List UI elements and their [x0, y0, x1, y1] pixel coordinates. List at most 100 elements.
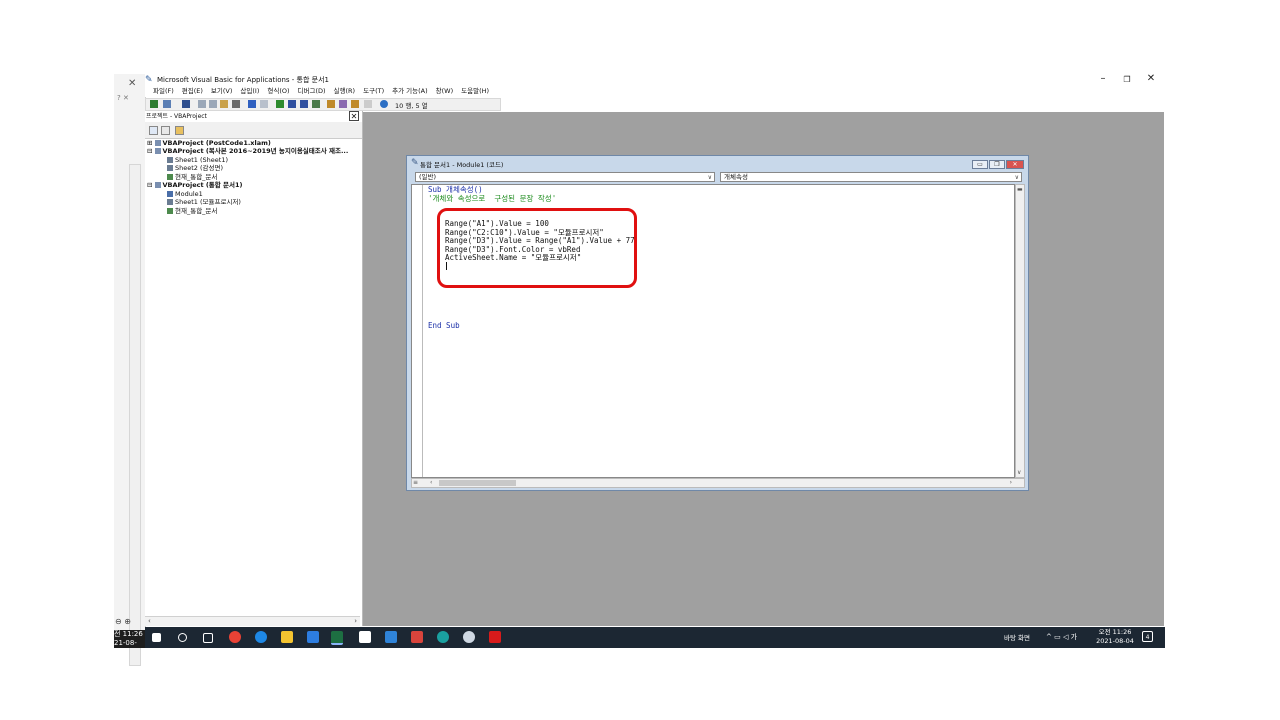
menu-window[interactable]: 창(W): [436, 86, 453, 97]
mail-icon[interactable]: [385, 631, 397, 643]
acrobat-icon[interactable]: [489, 631, 501, 643]
scroll-up-icon[interactable]: ▬: [1017, 186, 1023, 193]
help-icon[interactable]: [380, 100, 388, 108]
windows-start-icon[interactable]: [152, 633, 161, 642]
task-view-icon[interactable]: [203, 633, 213, 643]
background-time: 전 11:26: [114, 630, 143, 638]
tree-item-copy-project[interactable]: ⊟ VBAProject (복사본 2016~2019년 농지이용실태조사 재조…: [147, 147, 348, 155]
copy-icon[interactable]: [209, 100, 217, 108]
ie-icon[interactable]: [255, 631, 267, 643]
undo-icon[interactable]: [248, 100, 256, 108]
tree-item-postcode-project[interactable]: ⊞ VBAProject (PostCode1.xlam): [147, 139, 271, 147]
notification-center-icon[interactable]: 4: [1142, 631, 1153, 642]
chevron-up-icon[interactable]: ^: [1046, 633, 1052, 641]
app2-icon[interactable]: [463, 631, 475, 643]
reset-icon[interactable]: [300, 100, 308, 108]
ribbon-collapse-icon[interactable]: ? ✕: [117, 94, 129, 102]
project-explorer-close-button[interactable]: ✕: [349, 111, 359, 121]
toggle-folders-icon[interactable]: [175, 126, 184, 135]
view-code-icon[interactable]: [149, 126, 158, 135]
close-icon[interactable]: ✕: [128, 78, 136, 89]
scroll-thumb[interactable]: [439, 480, 516, 486]
restore-button[interactable]: ❐: [1120, 75, 1134, 84]
menu-debug[interactable]: 디버그(D): [298, 86, 326, 97]
properties-window-icon[interactable]: [339, 100, 347, 108]
cut-icon[interactable]: [198, 100, 206, 108]
redo-icon[interactable]: [260, 100, 268, 108]
code-margin[interactable]: [412, 185, 423, 477]
scroll-right-icon[interactable]: ›: [354, 617, 357, 625]
background-scrollbar[interactable]: [129, 164, 141, 666]
menu-format[interactable]: 형식(O): [267, 86, 289, 97]
tree-item-module1[interactable]: Module1: [167, 190, 203, 198]
paste-icon[interactable]: [220, 100, 228, 108]
expand-icon[interactable]: ⊞: [147, 139, 152, 147]
close-button[interactable]: ✕: [1144, 73, 1158, 84]
edge-icon[interactable]: [437, 631, 449, 643]
tree-item-label: VBAProject (통합 문서1): [162, 181, 243, 189]
chevron-down-icon[interactable]: ∨: [1015, 173, 1019, 182]
tree-item-book1-project[interactable]: ⊟ VBAProject (통합 문서1): [147, 181, 243, 189]
tree-item-sheet2[interactable]: Sheet2 (감성면): [167, 164, 223, 172]
break-icon[interactable]: [288, 100, 296, 108]
collapse-icon[interactable]: ⊟: [147, 147, 152, 155]
minimize-button[interactable]: –: [1096, 73, 1110, 84]
design-mode-icon[interactable]: [312, 100, 320, 108]
toolbox-icon[interactable]: [364, 100, 372, 108]
tree-item-book1-thisworkbook[interactable]: 현재_통합_문서: [167, 207, 217, 215]
run-icon[interactable]: [276, 100, 284, 108]
scroll-down-icon[interactable]: ∨: [1017, 469, 1021, 476]
view-toggle-icon[interactable]: ≡: [413, 479, 418, 487]
code-line-end-sub[interactable]: End Sub: [428, 321, 460, 330]
paint-icon[interactable]: [411, 631, 423, 643]
chevron-down-icon[interactable]: ∨: [708, 173, 712, 182]
code-horizontal-scrollbar[interactable]: ≡ ‹ ›: [411, 478, 1025, 488]
menu-help[interactable]: 도움말(H): [461, 86, 489, 97]
volume-icon[interactable]: ◁: [1063, 633, 1068, 641]
object-browser-icon[interactable]: [351, 100, 359, 108]
code-line-sub[interactable]: Sub 개체속성(): [428, 185, 483, 194]
menu-run[interactable]: 실행(R): [334, 86, 356, 97]
search-icon[interactable]: [178, 633, 187, 642]
ime-indicator[interactable]: 가: [1071, 633, 1077, 641]
menu-file[interactable]: 파일(F): [153, 86, 174, 97]
code-restore-button[interactable]: ❐: [989, 160, 1005, 169]
vba-app-icon: ✎: [145, 75, 153, 85]
code-vertical-scrollbar[interactable]: ▬ ∨: [1015, 184, 1025, 478]
tree-item-thisworkbook[interactable]: 현재_통합_문서: [167, 173, 217, 181]
tree-item-label: 현재_통합_문서: [175, 207, 218, 215]
scroll-left-icon[interactable]: ‹: [430, 479, 432, 487]
excel-icon[interactable]: [331, 631, 343, 645]
app-icon[interactable]: [307, 631, 319, 643]
object-combo[interactable]: (일반) ∨: [415, 172, 715, 182]
tree-item-book1-sheet1[interactable]: Sheet1 (모듈프로시저): [167, 198, 241, 206]
project-explorer-icon[interactable]: [327, 100, 335, 108]
taskbar-clock[interactable]: 오전 11:26 2021-08-04: [1094, 628, 1136, 646]
insert-module-icon[interactable]: [163, 100, 171, 108]
code-close-button[interactable]: ✕: [1006, 160, 1024, 169]
menu-addins[interactable]: 추가 기능(A): [392, 86, 428, 97]
highlight-box: [437, 208, 637, 288]
menu-edit[interactable]: 편집(E): [182, 86, 203, 97]
menu-view[interactable]: 보기(V): [211, 86, 232, 97]
find-icon[interactable]: [232, 100, 240, 108]
project-horizontal-scrollbar[interactable]: ‹ ›: [145, 616, 360, 626]
desktop-toolbar-label[interactable]: 바탕 화면: [1004, 632, 1030, 642]
code-line-comment[interactable]: '개체와 속성으로 구성된 문장 작성': [428, 194, 556, 203]
tree-item-sheet1[interactable]: Sheet1 (Sheet1): [167, 156, 228, 164]
view-excel-icon[interactable]: [150, 100, 158, 108]
menu-tools[interactable]: 도구(T): [363, 86, 384, 97]
procedure-combo[interactable]: 개체속성 ∨: [720, 172, 1022, 182]
chrome-icon[interactable]: [229, 631, 241, 643]
zoom-controls-icon[interactable]: ⊖ ⊕: [115, 617, 131, 626]
code-minimize-button[interactable]: ▭: [972, 160, 988, 169]
collapse-icon[interactable]: ⊟: [147, 181, 152, 189]
menu-insert[interactable]: 삽입(I): [240, 86, 259, 97]
scroll-left-icon[interactable]: ‹: [148, 617, 151, 625]
view-object-icon[interactable]: [161, 126, 170, 135]
network-icon[interactable]: ▭: [1054, 633, 1061, 641]
store-icon[interactable]: [359, 631, 371, 643]
file-explorer-icon[interactable]: [281, 631, 293, 643]
scroll-right-icon[interactable]: ›: [1010, 479, 1012, 487]
save-icon[interactable]: [182, 100, 190, 108]
